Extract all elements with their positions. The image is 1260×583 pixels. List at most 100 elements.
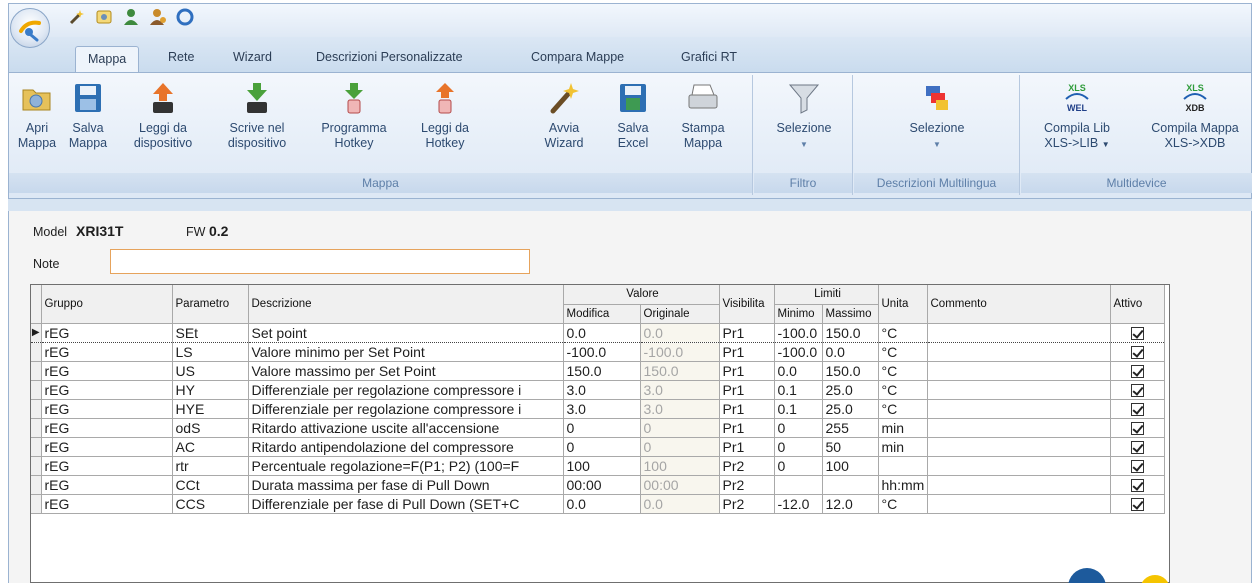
cell-originale[interactable]: 00:00	[640, 475, 720, 495]
cell-massimo[interactable]: 150.0	[822, 361, 879, 381]
cell-minimo[interactable]: 0	[774, 418, 823, 438]
attivo-checkbox[interactable]	[1130, 478, 1144, 492]
cell-gruppo[interactable]: rEG	[41, 494, 173, 514]
attivo-checkbox[interactable]	[1130, 326, 1144, 340]
programma-hotkey-button[interactable]: Programma Hotkey	[314, 81, 394, 151]
cell-visibilita[interactable]: Pr2	[719, 475, 775, 495]
cell-visibilita[interactable]: Pr2	[719, 456, 775, 476]
table-row[interactable]: rEG odS Ritardo attivazione uscite all'acc…	[31, 418, 1165, 438]
cell-unita[interactable]: °C	[878, 399, 928, 419]
cell-descrizione[interactable]: Set point	[248, 322, 564, 343]
cell-massimo[interactable]	[822, 475, 879, 495]
cell-commento[interactable]	[927, 380, 1111, 400]
cell-originale[interactable]: 3.0	[640, 399, 720, 419]
cell-minimo[interactable]: -12.0	[774, 494, 823, 514]
cell-unita[interactable]: min	[878, 418, 928, 438]
cell-unita[interactable]: °C	[878, 342, 928, 362]
cell-modifica[interactable]: 3.0	[563, 380, 641, 400]
cell-descrizione[interactable]: Valore massimo per Set Point	[248, 361, 564, 381]
user-admin-icon[interactable]	[149, 8, 167, 26]
cell-gruppo[interactable]: rEG	[41, 322, 173, 343]
cell-commento[interactable]	[927, 418, 1111, 438]
row-selector[interactable]	[31, 418, 42, 438]
header-originale[interactable]: Originale	[640, 304, 720, 324]
wand-icon[interactable]	[68, 8, 86, 26]
cell-modifica[interactable]: 0.0	[563, 494, 641, 514]
cell-descrizione[interactable]: Valore minimo per Set Point	[248, 342, 564, 362]
attivo-checkbox[interactable]	[1130, 383, 1144, 397]
cell-visibilita[interactable]: Pr1	[719, 322, 775, 343]
cell-commento[interactable]	[927, 437, 1111, 457]
attivo-checkbox[interactable]	[1130, 364, 1144, 378]
attivo-checkbox[interactable]	[1130, 459, 1144, 473]
cell-unita[interactable]: hh:mm	[878, 475, 928, 495]
cell-descrizione[interactable]: Ritardo attivazione uscite all'accension…	[248, 418, 564, 438]
cell-gruppo[interactable]: rEG	[41, 475, 173, 495]
cell-commento[interactable]	[927, 475, 1111, 495]
cell-unita[interactable]: °C	[878, 380, 928, 400]
cell-visibilita[interactable]: Pr2	[719, 494, 775, 514]
cell-gruppo[interactable]: rEG	[41, 456, 173, 476]
row-selector[interactable]	[31, 456, 42, 476]
cell-minimo[interactable]: 0.0	[774, 361, 823, 381]
salva-mappa-button[interactable]: Salva Mappa	[65, 81, 111, 151]
cell-massimo[interactable]: 12.0	[822, 494, 879, 514]
table-row[interactable]: ▶ rEG SEt Set point 0.0 0.0 Pr1 -100.0 150.0 °C	[31, 322, 1165, 343]
header-descrizione[interactable]: Descrizione	[248, 285, 564, 324]
header-attivo[interactable]: Attivo	[1110, 285, 1165, 324]
cell-gruppo[interactable]: rEG	[41, 418, 173, 438]
cell-parametro[interactable]: HYE	[172, 399, 249, 419]
current-row-indicator[interactable]: ▶	[31, 322, 42, 343]
compila-lib-button[interactable]: XLS WEL Compila Lib XLS->LIB ▼	[1031, 81, 1123, 152]
table-row[interactable]: rEG HY Differenziale per regolazione compr…	[31, 380, 1165, 400]
header-massimo[interactable]: Massimo	[822, 304, 879, 324]
cell-visibilita[interactable]: Pr1	[719, 437, 775, 457]
cell-commento[interactable]	[927, 456, 1111, 476]
tab-rete[interactable]: Rete	[168, 50, 194, 64]
attivo-checkbox[interactable]	[1130, 497, 1144, 511]
cell-modifica[interactable]: 3.0	[563, 399, 641, 419]
cell-parametro[interactable]: odS	[172, 418, 249, 438]
cell-originale[interactable]: 0.0	[640, 494, 720, 514]
row-selector[interactable]	[31, 361, 42, 381]
cell-visibilita[interactable]: Pr1	[719, 361, 775, 381]
table-row[interactable]: rEG rtr Percentuale regolazione=F(P1; P2) …	[31, 456, 1165, 476]
cell-unita[interactable]: °C	[878, 322, 928, 343]
cell-parametro[interactable]: CCS	[172, 494, 249, 514]
cell-parametro[interactable]: HY	[172, 380, 249, 400]
row-selector[interactable]	[31, 475, 42, 495]
cell-minimo[interactable]	[774, 475, 823, 495]
header-modifica[interactable]: Modifica	[563, 304, 641, 324]
cell-modifica[interactable]: 100	[563, 456, 641, 476]
cell-gruppo[interactable]: rEG	[41, 342, 173, 362]
tab-compara-mappe[interactable]: Compara Mappe	[531, 50, 624, 64]
header-unita[interactable]: Unita	[878, 285, 928, 324]
attivo-checkbox[interactable]	[1130, 345, 1144, 359]
cell-minimo[interactable]: 0	[774, 456, 823, 476]
cell-originale[interactable]: 150.0	[640, 361, 720, 381]
cell-modifica[interactable]: 0	[563, 418, 641, 438]
stampa-mappa-button[interactable]: Stampa Mappa	[675, 81, 731, 151]
cell-commento[interactable]	[927, 342, 1111, 362]
cell-minimo[interactable]: 0	[774, 437, 823, 457]
leggi-da-hotkey-button[interactable]: Leggi da Hotkey	[407, 81, 483, 151]
header-visibilita[interactable]: Visibilita	[719, 285, 775, 324]
salva-excel-button[interactable]: Salva Excel	[613, 81, 653, 151]
cell-parametro[interactable]: CCt	[172, 475, 249, 495]
header-commento[interactable]: Commento	[927, 285, 1111, 324]
table-row[interactable]: rEG LS Valore minimo per Set Point -100.0 -1…	[31, 342, 1165, 362]
cell-descrizione[interactable]: Differenziale per regolazione compressor…	[248, 380, 564, 400]
cell-commento[interactable]	[927, 494, 1111, 514]
row-selector[interactable]	[31, 494, 42, 514]
header-gruppo[interactable]: Gruppo	[41, 285, 173, 324]
cell-originale[interactable]: -100.0	[640, 342, 720, 362]
selezione-filtro-button[interactable]: Selezione ▼	[766, 81, 842, 152]
cell-minimo[interactable]: 0.1	[774, 380, 823, 400]
cell-visibilita[interactable]: Pr1	[719, 380, 775, 400]
scrive-nel-dispositivo-button[interactable]: Scrive nel dispositivo	[217, 81, 297, 151]
table-row[interactable]: rEG AC Ritardo antipendolazione del compre…	[31, 437, 1165, 457]
cell-minimo[interactable]: -100.0	[774, 342, 823, 362]
cell-minimo[interactable]: 0.1	[774, 399, 823, 419]
cell-commento[interactable]	[927, 361, 1111, 381]
cell-unita[interactable]: °C	[878, 361, 928, 381]
